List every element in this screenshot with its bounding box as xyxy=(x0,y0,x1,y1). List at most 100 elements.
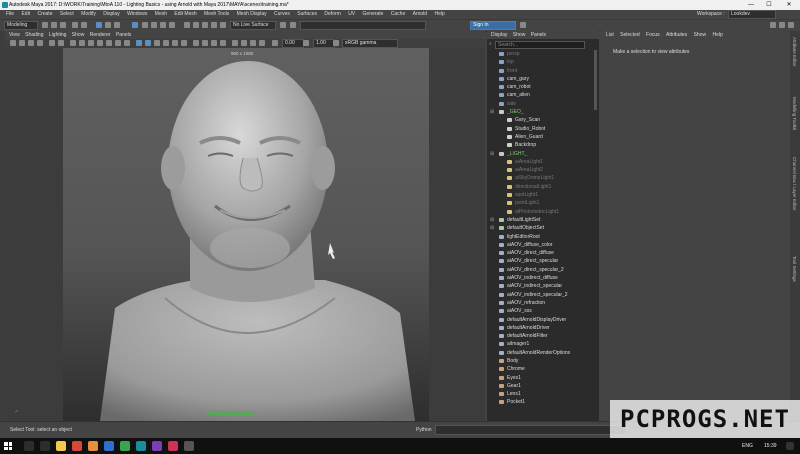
outliner-row[interactable]: cam_alien xyxy=(487,91,599,99)
attr-menu-focus[interactable]: Focus xyxy=(646,32,660,38)
tab-channel-box[interactable]: Channel Box / Layer Editor xyxy=(792,157,797,211)
menu-edit-mesh[interactable]: Edit Mesh xyxy=(174,10,196,19)
outliner-row[interactable]: Backdrop xyxy=(487,141,599,149)
search-taskbar-icon[interactable] xyxy=(24,441,34,451)
toggle-panel-icon[interactable] xyxy=(520,22,526,28)
outliner-row[interactable]: cam_robot xyxy=(487,83,599,91)
viewport-menu-renderer[interactable]: Renderer xyxy=(90,31,111,39)
maya-taskbar-icon[interactable] xyxy=(136,441,146,451)
outliner-search-input[interactable]: Search... xyxy=(495,41,585,49)
attr-menu-help[interactable]: Help xyxy=(712,32,722,38)
depth-of-field-icon[interactable] xyxy=(220,40,226,46)
attr-menu-show[interactable]: Show xyxy=(694,32,707,38)
outliner-row[interactable]: side xyxy=(487,100,599,108)
gamma-field[interactable]: 1.00 xyxy=(313,39,335,48)
tab-modelling-toolkit[interactable]: Modelling Toolkit xyxy=(792,97,797,130)
outliner-menu-panels[interactable]: Panels xyxy=(531,32,546,38)
gate-mask-icon[interactable] xyxy=(97,40,103,46)
film-gate-icon[interactable] xyxy=(79,40,85,46)
outliner-row[interactable]: defaultArnoldFilter xyxy=(487,332,599,340)
menu-curves[interactable]: Curves xyxy=(274,10,290,19)
outliner-row[interactable]: top xyxy=(487,58,599,66)
outliner-row[interactable]: aiAOV_direct_specular_2 xyxy=(487,266,599,274)
menu-file[interactable]: File xyxy=(6,10,14,19)
viewport-menu-show[interactable]: Show xyxy=(72,31,85,39)
outliner-row[interactable]: Pocket1 xyxy=(487,398,599,406)
exposure-field[interactable]: 0.00 xyxy=(282,39,304,48)
menu-uv[interactable]: UV xyxy=(348,10,355,19)
attr-menu-attributes[interactable]: Attributes xyxy=(666,32,687,38)
screen-space-ao-icon[interactable] xyxy=(193,40,199,46)
menu-surfaces[interactable]: Surfaces xyxy=(297,10,317,19)
outliner-row[interactable]: aiAOV_diffuse_color xyxy=(487,241,599,249)
xray-components-icon[interactable] xyxy=(259,40,265,46)
clock[interactable]: 15:39 xyxy=(764,438,777,454)
render-settings-icon[interactable] xyxy=(211,22,217,28)
select-by-hierarchy-icon[interactable] xyxy=(96,22,102,28)
multisample-aa-icon[interactable] xyxy=(211,40,217,46)
viewport-menu-shading[interactable]: Shading xyxy=(25,31,43,39)
camera-attributes-icon[interactable] xyxy=(19,40,25,46)
app-icon-3[interactable] xyxy=(120,441,130,451)
history-icon[interactable] xyxy=(184,22,190,28)
bookmarks-icon[interactable] xyxy=(28,40,34,46)
outliner-row[interactable]: Body xyxy=(487,357,599,365)
outliner-row[interactable]: aiSkyDomeLight1 xyxy=(487,174,599,182)
minimize-button[interactable]: — xyxy=(744,0,758,10)
script-language-label[interactable]: Python xyxy=(416,427,432,433)
wireframe-on-shaded-icon[interactable] xyxy=(154,40,160,46)
xray-icon[interactable] xyxy=(241,40,247,46)
menu-cache[interactable]: Cache xyxy=(391,10,405,19)
outliner-row[interactable]: aiAreaLight2 xyxy=(487,166,599,174)
tool-settings-toggle-icon[interactable] xyxy=(788,22,794,28)
outliner-row[interactable]: Eyes1 xyxy=(487,374,599,382)
input-line-field[interactable] xyxy=(300,21,426,30)
expand-toggle-icon[interactable]: ⊞ xyxy=(490,224,494,232)
render-frame-icon[interactable] xyxy=(193,22,199,28)
magnet-icon[interactable] xyxy=(132,22,138,28)
outliner-row[interactable]: ⊞ defaultLightSet xyxy=(487,216,599,224)
command-line-input[interactable] xyxy=(435,425,627,435)
menu-generate[interactable]: Generate xyxy=(363,10,384,19)
outliner-row[interactable]: aiAOV_direct_diffuse xyxy=(487,249,599,257)
outliner-row[interactable]: Studio_Robot xyxy=(487,125,599,133)
smooth-shade-icon[interactable] xyxy=(145,40,151,46)
windows-start-icon[interactable] xyxy=(4,442,12,450)
grease-pencil-icon[interactable] xyxy=(58,40,64,46)
outliner-row[interactable]: aiAreaLight1 xyxy=(487,158,599,166)
snap-curve-icon[interactable] xyxy=(151,22,157,28)
redo-icon[interactable] xyxy=(81,22,87,28)
task-view-icon[interactable] xyxy=(40,441,50,451)
file-explorer-icon[interactable] xyxy=(56,441,66,451)
snap-grid-icon[interactable] xyxy=(142,22,148,28)
outliner-row[interactable]: spotLight1 xyxy=(487,191,599,199)
outliner-row[interactable]: defaultArnoldDisplayDriver xyxy=(487,316,599,324)
app-icon-6[interactable] xyxy=(184,441,194,451)
outliner-row[interactable]: aiImager1 xyxy=(487,340,599,348)
notifications-icon[interactable] xyxy=(786,442,794,450)
new-scene-icon[interactable] xyxy=(42,22,48,28)
outliner-row[interactable]: aiAOV_refraction xyxy=(487,299,599,307)
use-all-lights-icon[interactable] xyxy=(172,40,178,46)
menu-help[interactable]: Help xyxy=(434,10,444,19)
safe-action-icon[interactable] xyxy=(115,40,121,46)
outliner-row[interactable]: aiAOV_sss xyxy=(487,307,599,315)
snap-point-icon[interactable] xyxy=(160,22,166,28)
language-indicator[interactable]: ENG xyxy=(742,438,753,454)
outliner-row[interactable]: aiAOV_indirect_specular xyxy=(487,282,599,290)
outliner-row[interactable]: aiAOV_direct_specular xyxy=(487,257,599,265)
outliner-row[interactable]: Alien_Guard xyxy=(487,133,599,141)
save-scene-icon[interactable] xyxy=(60,22,66,28)
outliner-menu-display[interactable]: Display xyxy=(491,32,507,38)
outliner-menu-show[interactable]: Show xyxy=(513,32,526,38)
menu-display[interactable]: Display xyxy=(103,10,119,19)
menu-arnold[interactable]: Arnold xyxy=(413,10,427,19)
live-surface-field[interactable]: No Live Surface xyxy=(230,21,276,30)
menu-mesh-tools[interactable]: Mesh Tools xyxy=(204,10,229,19)
expand-toggle-icon[interactable]: ⊞ xyxy=(490,216,494,224)
menu-set-dropdown[interactable]: Modeling xyxy=(4,21,38,30)
app-icon-5[interactable] xyxy=(168,441,178,451)
outliner-row[interactable]: Gear1 xyxy=(487,382,599,390)
outliner-row[interactable]: Chrome xyxy=(487,365,599,373)
outliner-row[interactable]: Lens1 xyxy=(487,390,599,398)
